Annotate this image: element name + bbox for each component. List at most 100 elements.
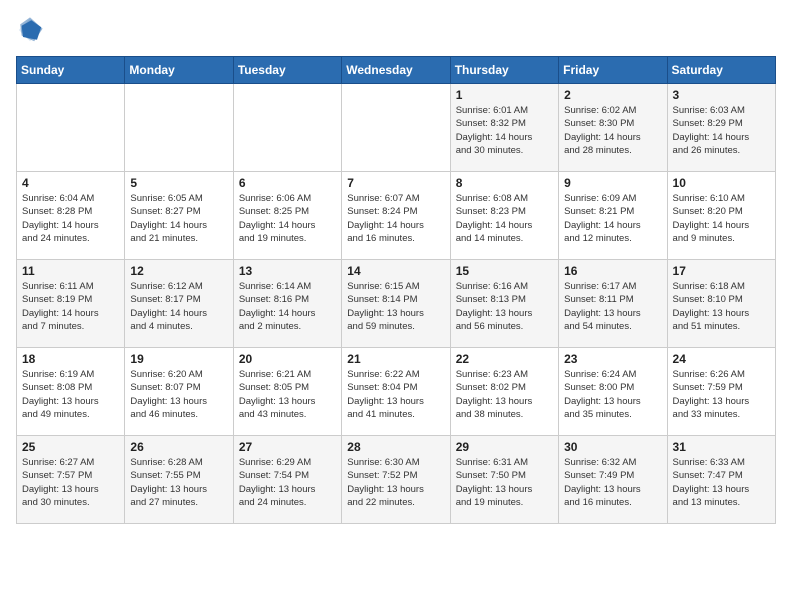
cell-content: Sunrise: 6:10 AM Sunset: 8:20 PM Dayligh… bbox=[673, 192, 770, 245]
calendar-cell: 29Sunrise: 6:31 AM Sunset: 7:50 PM Dayli… bbox=[450, 436, 558, 524]
day-number: 26 bbox=[130, 440, 227, 454]
cell-content: Sunrise: 6:08 AM Sunset: 8:23 PM Dayligh… bbox=[456, 192, 553, 245]
calendar-week-3: 11 Sunrise: 6:11 AM Sunset: 8:19 PM Dayli… bbox=[17, 260, 776, 348]
day-number: 20 bbox=[239, 352, 336, 366]
day-number: 22 bbox=[456, 352, 553, 366]
day-number: 10 bbox=[673, 176, 770, 190]
page-header bbox=[16, 16, 776, 44]
day-number: 30 bbox=[564, 440, 661, 454]
day-number: 15 bbox=[456, 264, 553, 278]
cell-content: Sunrise: 6:28 AM Sunset: 7:55 PM Dayligh… bbox=[130, 456, 227, 509]
calendar-cell: 4Sunrise: 6:04 AM Sunset: 8:28 PM Daylig… bbox=[17, 172, 125, 260]
calendar-cell: 19 Sunrise: 6:20 AM Sunset: 8:07 PM Dayli… bbox=[125, 348, 233, 436]
calendar-cell: 10 Sunrise: 6:10 AM Sunset: 8:20 PM Dayli… bbox=[667, 172, 775, 260]
calendar-cell bbox=[233, 84, 341, 172]
day-number: 2 bbox=[564, 88, 661, 102]
cell-content: Sunrise: 6:07 AM Sunset: 8:24 PM Dayligh… bbox=[347, 192, 444, 245]
calendar-week-2: 4Sunrise: 6:04 AM Sunset: 8:28 PM Daylig… bbox=[17, 172, 776, 260]
cell-content: Sunrise: 6:14 AM Sunset: 8:16 PM Dayligh… bbox=[239, 280, 336, 333]
calendar-cell bbox=[17, 84, 125, 172]
day-number: 14 bbox=[347, 264, 444, 278]
logo-icon bbox=[16, 16, 44, 44]
calendar-cell: 7 Sunrise: 6:07 AM Sunset: 8:24 PM Daylig… bbox=[342, 172, 450, 260]
day-number: 28 bbox=[347, 440, 444, 454]
calendar-cell: 20 Sunrise: 6:21 AM Sunset: 8:05 PM Dayli… bbox=[233, 348, 341, 436]
cell-content: Sunrise: 6:11 AM Sunset: 8:19 PM Dayligh… bbox=[22, 280, 119, 333]
cell-content: Sunrise: 6:19 AM Sunset: 8:08 PM Dayligh… bbox=[22, 368, 119, 421]
logo bbox=[16, 16, 48, 44]
cell-content: Sunrise: 6:01 AM Sunset: 8:32 PM Dayligh… bbox=[456, 104, 553, 157]
day-number: 18 bbox=[22, 352, 119, 366]
day-number: 4 bbox=[22, 176, 119, 190]
day-number: 11 bbox=[22, 264, 119, 278]
day-number: 24 bbox=[673, 352, 770, 366]
calendar-cell: 12 Sunrise: 6:12 AM Sunset: 8:17 PM Dayli… bbox=[125, 260, 233, 348]
cell-content: Sunrise: 6:15 AM Sunset: 8:14 PM Dayligh… bbox=[347, 280, 444, 333]
calendar-cell: 25Sunrise: 6:27 AM Sunset: 7:57 PM Dayli… bbox=[17, 436, 125, 524]
calendar-cell: 18 Sunrise: 6:19 AM Sunset: 8:08 PM Dayli… bbox=[17, 348, 125, 436]
day-number: 13 bbox=[239, 264, 336, 278]
calendar-cell: 28Sunrise: 6:30 AM Sunset: 7:52 PM Dayli… bbox=[342, 436, 450, 524]
weekday-row: SundayMondayTuesdayWednesdayThursdayFrid… bbox=[17, 57, 776, 84]
calendar-cell: 3 Sunrise: 6:03 AM Sunset: 8:29 PM Daylig… bbox=[667, 84, 775, 172]
day-number: 3 bbox=[673, 88, 770, 102]
day-number: 12 bbox=[130, 264, 227, 278]
weekday-header-monday: Monday bbox=[125, 57, 233, 84]
day-number: 31 bbox=[673, 440, 770, 454]
calendar-cell: 14 Sunrise: 6:15 AM Sunset: 8:14 PM Dayli… bbox=[342, 260, 450, 348]
calendar-cell: 17 Sunrise: 6:18 AM Sunset: 8:10 PM Dayli… bbox=[667, 260, 775, 348]
day-number: 19 bbox=[130, 352, 227, 366]
day-number: 1 bbox=[456, 88, 553, 102]
cell-content: Sunrise: 6:22 AM Sunset: 8:04 PM Dayligh… bbox=[347, 368, 444, 421]
cell-content: Sunrise: 6:32 AM Sunset: 7:49 PM Dayligh… bbox=[564, 456, 661, 509]
weekday-header-tuesday: Tuesday bbox=[233, 57, 341, 84]
cell-content: Sunrise: 6:16 AM Sunset: 8:13 PM Dayligh… bbox=[456, 280, 553, 333]
weekday-header-thursday: Thursday bbox=[450, 57, 558, 84]
weekday-header-saturday: Saturday bbox=[667, 57, 775, 84]
calendar-cell: 2 Sunrise: 6:02 AM Sunset: 8:30 PM Daylig… bbox=[559, 84, 667, 172]
cell-content: Sunrise: 6:23 AM Sunset: 8:02 PM Dayligh… bbox=[456, 368, 553, 421]
cell-content: Sunrise: 6:02 AM Sunset: 8:30 PM Dayligh… bbox=[564, 104, 661, 157]
calendar-table: SundayMondayTuesdayWednesdayThursdayFrid… bbox=[16, 56, 776, 524]
weekday-header-wednesday: Wednesday bbox=[342, 57, 450, 84]
day-number: 9 bbox=[564, 176, 661, 190]
cell-content: Sunrise: 6:33 AM Sunset: 7:47 PM Dayligh… bbox=[673, 456, 770, 509]
calendar-cell: 6Sunrise: 6:06 AM Sunset: 8:25 PM Daylig… bbox=[233, 172, 341, 260]
calendar-week-5: 25Sunrise: 6:27 AM Sunset: 7:57 PM Dayli… bbox=[17, 436, 776, 524]
calendar-week-1: 1 Sunrise: 6:01 AM Sunset: 8:32 PM Daylig… bbox=[17, 84, 776, 172]
day-number: 8 bbox=[456, 176, 553, 190]
weekday-header-sunday: Sunday bbox=[17, 57, 125, 84]
cell-content: Sunrise: 6:26 AM Sunset: 7:59 PM Dayligh… bbox=[673, 368, 770, 421]
cell-content: Sunrise: 6:20 AM Sunset: 8:07 PM Dayligh… bbox=[130, 368, 227, 421]
cell-content: Sunrise: 6:18 AM Sunset: 8:10 PM Dayligh… bbox=[673, 280, 770, 333]
calendar-cell: 24 Sunrise: 6:26 AM Sunset: 7:59 PM Dayli… bbox=[667, 348, 775, 436]
cell-content: Sunrise: 6:12 AM Sunset: 8:17 PM Dayligh… bbox=[130, 280, 227, 333]
calendar-cell: 26 Sunrise: 6:28 AM Sunset: 7:55 PM Dayli… bbox=[125, 436, 233, 524]
day-number: 17 bbox=[673, 264, 770, 278]
calendar-body: 1 Sunrise: 6:01 AM Sunset: 8:32 PM Daylig… bbox=[17, 84, 776, 524]
calendar-header: SundayMondayTuesdayWednesdayThursdayFrid… bbox=[17, 57, 776, 84]
day-number: 5 bbox=[130, 176, 227, 190]
cell-content: Sunrise: 6:06 AM Sunset: 8:25 PM Dayligh… bbox=[239, 192, 336, 245]
weekday-header-friday: Friday bbox=[559, 57, 667, 84]
day-number: 29 bbox=[456, 440, 553, 454]
calendar-cell: 31 Sunrise: 6:33 AM Sunset: 7:47 PM Dayli… bbox=[667, 436, 775, 524]
cell-content: Sunrise: 6:29 AM Sunset: 7:54 PM Dayligh… bbox=[239, 456, 336, 509]
day-number: 21 bbox=[347, 352, 444, 366]
cell-content: Sunrise: 6:21 AM Sunset: 8:05 PM Dayligh… bbox=[239, 368, 336, 421]
day-number: 7 bbox=[347, 176, 444, 190]
day-number: 16 bbox=[564, 264, 661, 278]
calendar-cell: 21 Sunrise: 6:22 AM Sunset: 8:04 PM Dayli… bbox=[342, 348, 450, 436]
calendar-cell: 30 Sunrise: 6:32 AM Sunset: 7:49 PM Dayli… bbox=[559, 436, 667, 524]
calendar-cell: 9 Sunrise: 6:09 AM Sunset: 8:21 PM Daylig… bbox=[559, 172, 667, 260]
calendar-cell: 15 Sunrise: 6:16 AM Sunset: 8:13 PM Dayli… bbox=[450, 260, 558, 348]
calendar-cell: 11 Sunrise: 6:11 AM Sunset: 8:19 PM Dayli… bbox=[17, 260, 125, 348]
calendar-cell: 13 Sunrise: 6:14 AM Sunset: 8:16 PM Dayli… bbox=[233, 260, 341, 348]
cell-content: Sunrise: 6:03 AM Sunset: 8:29 PM Dayligh… bbox=[673, 104, 770, 157]
cell-content: Sunrise: 6:05 AM Sunset: 8:27 PM Dayligh… bbox=[130, 192, 227, 245]
cell-content: Sunrise: 6:09 AM Sunset: 8:21 PM Dayligh… bbox=[564, 192, 661, 245]
calendar-cell: 23Sunrise: 6:24 AM Sunset: 8:00 PM Dayli… bbox=[559, 348, 667, 436]
day-number: 25 bbox=[22, 440, 119, 454]
calendar-cell: 1 Sunrise: 6:01 AM Sunset: 8:32 PM Daylig… bbox=[450, 84, 558, 172]
cell-content: Sunrise: 6:24 AM Sunset: 8:00 PM Dayligh… bbox=[564, 368, 661, 421]
